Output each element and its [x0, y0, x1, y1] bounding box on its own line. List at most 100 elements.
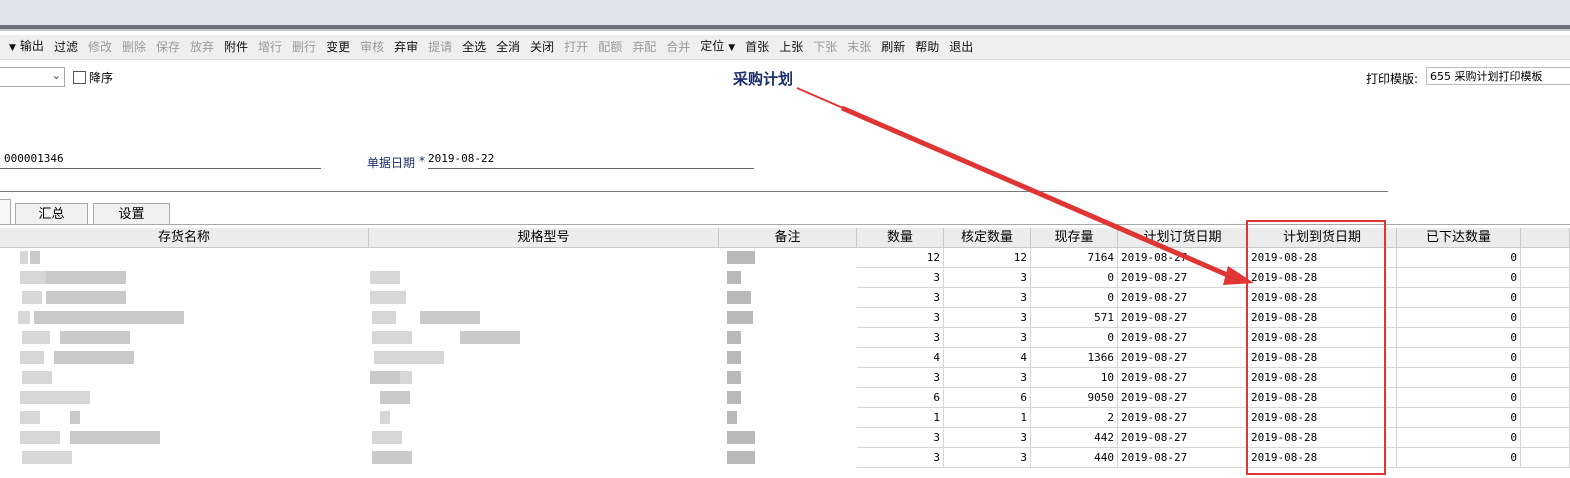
col-quantity-cell[interactable]: 1 [857, 408, 944, 428]
col-stock-qty-cell[interactable]: 0 [1031, 328, 1118, 348]
col-stock-qty-cell[interactable]: 442 [1031, 428, 1118, 448]
col-quantity-cell[interactable]: 3 [857, 288, 944, 308]
toolbar-button-25[interactable]: 刷新 [876, 36, 910, 58]
col-approved-qty-cell[interactable]: 3 [944, 308, 1031, 328]
toolbar-button-11[interactable]: 弃审 [389, 36, 423, 58]
col-approved-qty-cell[interactable]: 1 [944, 408, 1031, 428]
toolbar-button-18[interactable]: 弃配 [627, 36, 661, 58]
document-date-field[interactable]: 2019-08-22 [428, 152, 494, 165]
col-issued-qty-cell[interactable]: 0 [1397, 288, 1521, 308]
tab-detail[interactable] [0, 199, 11, 225]
col-quantity-cell[interactable]: 12 [857, 248, 944, 268]
col-approved-qty-cell[interactable]: 3 [944, 328, 1031, 348]
caret-down-icon[interactable]: ▼ [9, 43, 16, 53]
col-plan-order-date-cell[interactable]: 2019-08-27 [1118, 388, 1248, 408]
col-issued-qty-cell[interactable]: 0 [1397, 248, 1521, 268]
toolbar-button-16[interactable]: 打开 [559, 36, 593, 58]
toolbar-button-19[interactable]: 合并 [661, 36, 695, 58]
col-issued-qty-header[interactable]: 已下达数量 [1397, 228, 1521, 248]
col-plan-order-date-cell[interactable]: 2019-08-27 [1118, 408, 1248, 428]
descending-option[interactable]: 降序 [73, 69, 113, 86]
col-approved-qty-cell[interactable]: 3 [944, 428, 1031, 448]
col-plan-order-date-cell[interactable]: 2019-08-27 [1118, 248, 1248, 268]
col-plan-order-date-cell[interactable]: 2019-08-27 [1118, 428, 1248, 448]
col-issued-qty-cell[interactable]: 0 [1397, 448, 1521, 468]
toolbar-button-15[interactable]: 关闭 [525, 36, 559, 58]
document-number-field[interactable]: 000001346 [4, 152, 64, 165]
toolbar-button-20[interactable]: 定位 ▼ [695, 35, 740, 59]
col-plan-order-date-cell[interactable]: 2019-08-27 [1118, 328, 1248, 348]
col-stock-qty-cell[interactable]: 440 [1031, 448, 1118, 468]
col-issued-qty-cell[interactable]: 0 [1397, 268, 1521, 288]
col-issued-qty-cell[interactable]: 0 [1397, 328, 1521, 348]
col-stock-qty-header[interactable]: 现存量 [1031, 228, 1118, 248]
col-stock-qty-cell[interactable]: 10 [1031, 368, 1118, 388]
col-spec-model-header[interactable]: 规格型号 [369, 228, 719, 248]
col-stock-qty-cell[interactable]: 7164 [1031, 248, 1118, 268]
toolbar-button-5[interactable]: 放弃 [185, 36, 219, 58]
col-remark-header[interactable]: 备注 [719, 228, 857, 248]
toolbar-button-9[interactable]: 变更 [321, 36, 355, 58]
col-quantity-cell[interactable]: 3 [857, 428, 944, 448]
toolbar-button-3[interactable]: 删除 [117, 36, 151, 58]
col-issued-qty-cell[interactable]: 0 [1397, 348, 1521, 368]
toolbar-button-17[interactable]: 配额 [593, 36, 627, 58]
col-inventory-name-header[interactable]: 存货名称 [0, 228, 369, 248]
col-approved-qty-cell[interactable]: 12 [944, 248, 1031, 268]
col-plan-order-date-cell[interactable]: 2019-08-27 [1118, 368, 1248, 388]
descending-checkbox[interactable] [73, 71, 86, 84]
col-quantity-cell[interactable]: 3 [857, 268, 944, 288]
toolbar-button-14[interactable]: 全消 [491, 36, 525, 58]
col-issued-qty-cell[interactable]: 0 [1397, 408, 1521, 428]
col-quantity-cell[interactable]: 3 [857, 328, 944, 348]
col-approved-qty-header[interactable]: 核定数量 [944, 228, 1031, 248]
col-stock-qty-cell[interactable]: 9050 [1031, 388, 1118, 408]
col-quantity-cell[interactable]: 3 [857, 308, 944, 328]
toolbar-button-2[interactable]: 修改 [83, 36, 117, 58]
toolbar-button-21[interactable]: 首张 [740, 36, 774, 58]
col-issued-qty-cell[interactable]: 0 [1397, 308, 1521, 328]
col-plan-order-date-cell[interactable]: 2019-08-27 [1118, 448, 1248, 468]
toolbar-button-8[interactable]: 删行 [287, 36, 321, 58]
col-approved-qty-cell[interactable]: 3 [944, 448, 1031, 468]
toolbar-button-13[interactable]: 全选 [457, 36, 491, 58]
tab-summary[interactable]: 汇总 [15, 203, 88, 225]
toolbar-button-22[interactable]: 上张 [774, 36, 808, 58]
toolbar-button-4[interactable]: 保存 [151, 36, 185, 58]
toolbar-button-23[interactable]: 下张 [808, 36, 842, 58]
caret-down-icon[interactable]: ▼ [728, 43, 735, 53]
col-plan-order-date-cell[interactable]: 2019-08-27 [1118, 288, 1248, 308]
toolbar-button-7[interactable]: 增行 [253, 36, 287, 58]
col-stock-qty-cell[interactable]: 1366 [1031, 348, 1118, 368]
col-approved-qty-cell[interactable]: 4 [944, 348, 1031, 368]
print-template-select[interactable]: 655 采购计划打印模板 [1426, 67, 1570, 85]
toolbar-button-10[interactable]: 审核 [355, 36, 389, 58]
col-plan-order-date-cell[interactable]: 2019-08-27 [1118, 308, 1248, 328]
col-quantity-cell[interactable]: 6 [857, 388, 944, 408]
col-approved-qty-cell[interactable]: 6 [944, 388, 1031, 408]
col-stock-qty-cell[interactable]: 2 [1031, 408, 1118, 428]
col-issued-qty-cell[interactable]: 0 [1397, 368, 1521, 388]
col-stock-qty-cell[interactable]: 571 [1031, 308, 1118, 328]
toolbar-button-12[interactable]: 提请 [423, 36, 457, 58]
sort-field-select[interactable]: ⌄ [0, 67, 65, 87]
toolbar-button-1[interactable]: 过滤 [49, 36, 83, 58]
col-quantity-cell[interactable]: 4 [857, 348, 944, 368]
col-quantity-header[interactable]: 数量 [857, 228, 944, 248]
toolbar-button-26[interactable]: 帮助 [910, 36, 944, 58]
col-issued-qty-cell[interactable]: 0 [1397, 428, 1521, 448]
col-stock-qty-cell[interactable]: 0 [1031, 268, 1118, 288]
toolbar-button-6[interactable]: 附件 [219, 36, 253, 58]
col-approved-qty-cell[interactable]: 3 [944, 368, 1031, 388]
col-plan-order-date-cell[interactable]: 2019-08-27 [1118, 348, 1248, 368]
toolbar-button-24[interactable]: 末张 [842, 36, 876, 58]
col-quantity-cell[interactable]: 3 [857, 368, 944, 388]
col-issued-qty-cell[interactable]: 0 [1397, 388, 1521, 408]
col-quantity-cell[interactable]: 3 [857, 448, 944, 468]
col-approved-qty-cell[interactable]: 3 [944, 268, 1031, 288]
col-stock-qty-cell[interactable]: 0 [1031, 288, 1118, 308]
col-approved-qty-cell[interactable]: 3 [944, 288, 1031, 308]
tab-settings[interactable]: 设置 [93, 203, 170, 225]
col-plan-order-date-cell[interactable]: 2019-08-27 [1118, 268, 1248, 288]
col-plan-order-date-header[interactable]: 计划订货日期 [1118, 228, 1248, 248]
